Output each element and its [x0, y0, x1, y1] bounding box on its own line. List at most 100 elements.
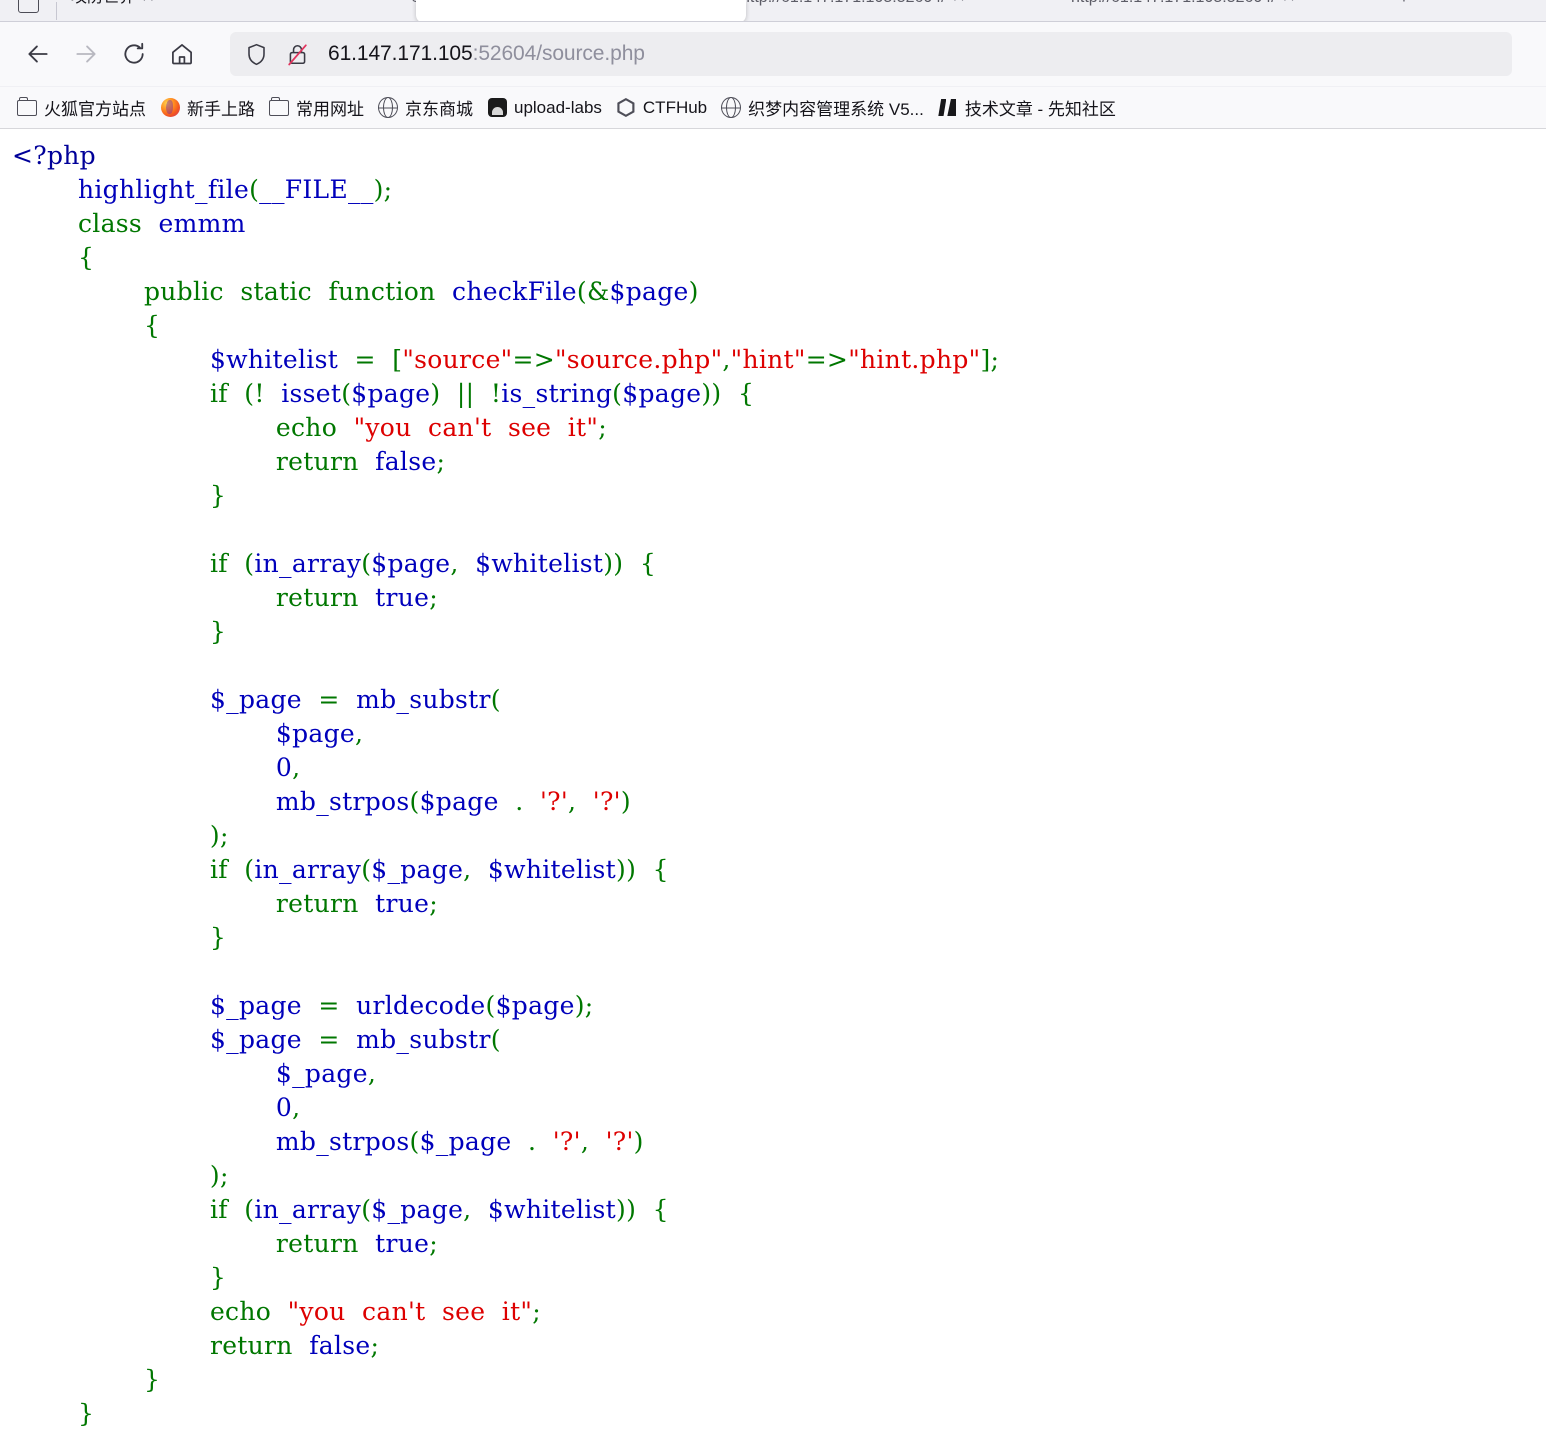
bookmark-item[interactable]: 常用网址 — [262, 92, 371, 124]
lock-crossed-icon[interactable] — [285, 42, 310, 67]
browser-tab-active[interactable]: 61.147.171.105:52604/source.php ✕ — [397, 0, 727, 21]
bookmark-item[interactable]: 织梦内容管理系统 V5... — [714, 92, 931, 124]
bookmark-item[interactable]: upload-labs — [480, 92, 609, 124]
code-token: 0 — [275, 1093, 293, 1122]
bookmarks-toolbar: 火狐官方站点 新手上路 常用网址 京东商城 upload-labs CTFHub… — [0, 87, 1546, 129]
shield-icon[interactable] — [244, 42, 269, 67]
code-token: $page — [351, 379, 431, 408]
url-text: 61.147.171.105:52604/source.php — [328, 42, 645, 66]
url-bar[interactable]: 61.147.171.105:52604/source.php — [230, 32, 1512, 76]
code-token: ); — [574, 991, 594, 1020]
code-token: "hint.php" — [848, 345, 981, 374]
bookmark-item[interactable]: 火狐官方站点 — [10, 92, 153, 124]
bookmark-label: 技术文章 - 先知社区 — [964, 100, 1116, 119]
tab-title: http://61.147.171.105:52604/ — [1057, 0, 1276, 6]
code-token: ); — [12, 821, 229, 850]
code-token: public static function — [143, 277, 436, 306]
browser-tab[interactable]: 攻防世界 ✕ — [57, 0, 397, 21]
code-token: mb_strpos — [275, 787, 410, 816]
code-token: in_array — [254, 1195, 362, 1224]
code-token: . — [511, 1127, 553, 1156]
code-token: => — [805, 345, 849, 374]
code-token: "you can't see it" — [287, 1297, 533, 1326]
browser-tab[interactable]: http://61.147.171.105:52604/ ✕ — [1057, 0, 1387, 21]
code-token: $_page — [371, 1195, 464, 1224]
home-icon — [172, 44, 192, 65]
code-token: )) { — [616, 855, 669, 884]
code-token: return — [275, 1229, 359, 1258]
bookmark-item[interactable]: 新手上路 — [153, 92, 262, 124]
reload-button[interactable] — [110, 34, 158, 74]
tab-title: 攻防世界 — [57, 0, 135, 6]
browser-tab[interactable]: http://61.147.171.105:52604/ ✕ — [727, 0, 1057, 21]
code-token: highlight_file — [77, 175, 250, 204]
code-token: $whitelist — [487, 855, 617, 884]
code-token: in_array — [254, 855, 362, 884]
bookmark-label: 京东商城 — [405, 100, 473, 119]
code-token: <?php — [12, 141, 96, 170]
code-token: return — [275, 583, 359, 612]
reload-icon — [124, 42, 144, 64]
code-token: $whitelist — [475, 549, 604, 578]
code-token: __FILE__ — [259, 175, 374, 204]
url-path: :52604/source.php — [472, 42, 645, 65]
bookmark-item[interactable]: 京东商城 — [371, 92, 480, 124]
code-token: $page — [609, 277, 689, 306]
tab-title: http://61.147.171.105:52604/ — [727, 0, 946, 6]
bookmark-label: 常用网址 — [296, 100, 364, 119]
php-source-code: <?php highlight_file(__FILE__); class em… — [12, 139, 1546, 1431]
xianzhi-icon — [938, 98, 958, 118]
code-token: true — [375, 889, 430, 918]
code-token: ( — [485, 991, 496, 1020]
code-token: emmm — [158, 209, 246, 238]
page-content: <?php highlight_file(__FILE__); class em… — [0, 129, 1546, 1431]
back-button[interactable] — [14, 34, 62, 74]
tab-strip: 攻防世界 ✕ 61.147.171.105:52604/source.php ✕… — [0, 0, 1546, 22]
code-token: $page — [622, 379, 702, 408]
code-token: mb_substr — [356, 1025, 491, 1054]
navigation-toolbar: 61.147.171.105:52604/source.php — [0, 22, 1546, 87]
code-token: } — [12, 923, 227, 952]
upload-labs-icon — [487, 98, 507, 118]
code-token: { — [12, 243, 95, 272]
code-token: ; — [429, 1229, 438, 1258]
bookmark-item[interactable]: CTFHub — [609, 92, 714, 124]
tab-close-icon[interactable]: ✕ — [135, 0, 165, 6]
back-arrow-icon — [28, 45, 48, 63]
code-token: mb_substr — [356, 685, 491, 714]
code-token: ); — [373, 175, 393, 204]
code-token: ( — [490, 1025, 501, 1054]
tab-close-icon[interactable]: ✕ — [946, 0, 976, 6]
code-token: ; — [436, 447, 446, 476]
home-button[interactable] — [158, 34, 206, 74]
forward-button[interactable] — [62, 34, 110, 74]
url-host: 61.147.171.105 — [328, 42, 473, 65]
code-token: , — [292, 1093, 301, 1122]
code-token: . — [498, 787, 540, 816]
tab-list-button[interactable] — [0, 0, 56, 21]
tab-close-icon[interactable]: ✕ — [1276, 0, 1306, 6]
code-token: ; — [532, 1297, 541, 1326]
tab-close-icon[interactable]: ✕ — [655, 0, 685, 6]
new-tab-button[interactable]: + — [1387, 0, 1421, 21]
code-token: if ( — [209, 855, 255, 884]
code-token: ; — [370, 1331, 380, 1360]
code-token: false — [375, 447, 437, 476]
code-token: return — [275, 889, 359, 918]
code-token: ) — [633, 1127, 644, 1156]
bookmark-item[interactable]: 技术文章 - 先知社区 — [931, 92, 1123, 124]
code-token: true — [375, 1229, 430, 1258]
forward-arrow-icon — [76, 45, 96, 63]
code-token: )) { — [603, 549, 657, 578]
